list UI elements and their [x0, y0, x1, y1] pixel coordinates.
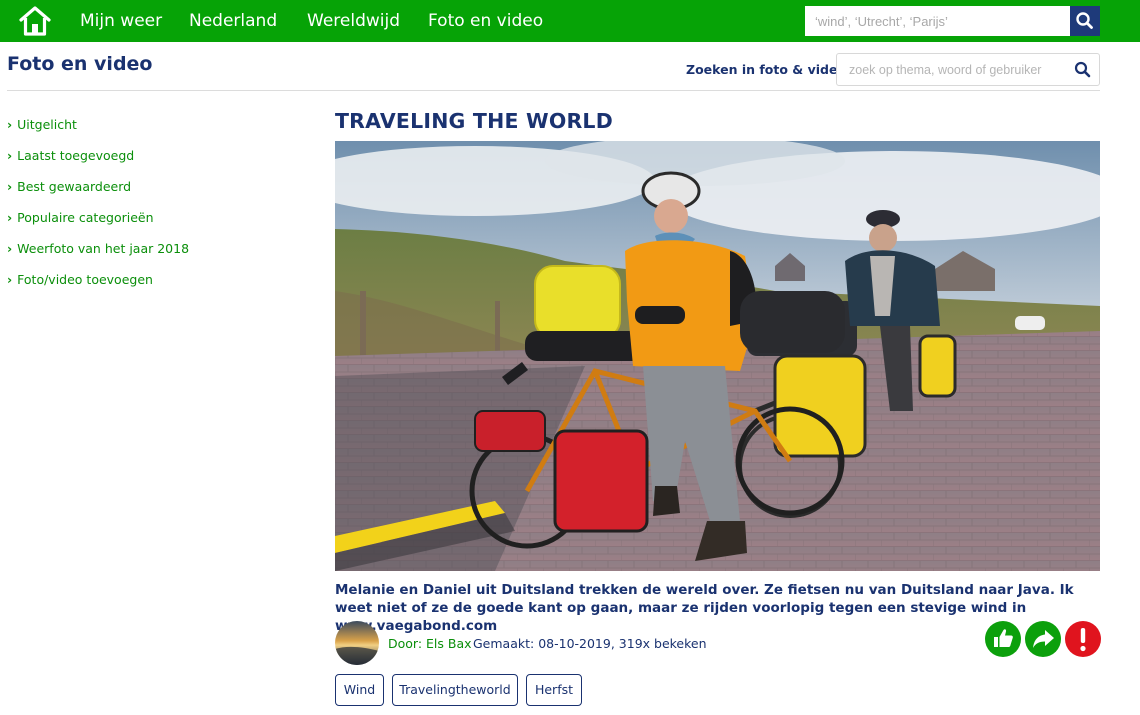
author-link[interactable]: Door: Els Bax [388, 636, 472, 651]
chevron-right-icon: › [7, 148, 13, 163]
sidebar-item-best-gewaardeerd[interactable]: › Best gewaardeerd [7, 179, 131, 194]
tag-herfst[interactable]: Herfst [526, 674, 582, 706]
nav-link-mijn-weer[interactable]: Mijn weer [80, 11, 162, 31]
home-icon [19, 6, 51, 36]
cyclists-photo [335, 141, 1100, 571]
site-search-button[interactable] [1070, 6, 1100, 36]
top-navigation-bar: Mijn weer Nederland Wereldwijd Foto en v… [0, 0, 1140, 42]
sidebar-item-label: Populaire categorieën [17, 210, 154, 225]
report-icon [1080, 628, 1086, 652]
chevron-right-icon: › [7, 117, 13, 132]
chevron-right-icon: › [7, 272, 13, 287]
header-divider [7, 90, 1100, 91]
photo-search-button[interactable] [1073, 60, 1093, 80]
share-icon [1033, 630, 1054, 648]
main-photo[interactable] [335, 141, 1100, 571]
photo-title: TRAVELING THE WORLD [335, 109, 613, 133]
site-search-input[interactable] [805, 6, 1070, 36]
chevron-right-icon: › [7, 210, 13, 225]
author-avatar[interactable] [335, 621, 379, 665]
sidebar-item-uitgelicht[interactable]: › Uitgelicht [7, 117, 77, 132]
section-title: Foto en video [7, 53, 153, 75]
sidebar-item-populaire-categorieen[interactable]: › Populaire categorieën [7, 210, 154, 225]
thumbs-up-icon [994, 629, 1013, 647]
nav-link-nederland[interactable]: Nederland [189, 11, 277, 31]
report-button[interactable] [1065, 621, 1101, 657]
photo-search-input[interactable] [836, 53, 1100, 86]
sidebar-item-label: Foto/video toevoegen [17, 272, 153, 287]
home-button[interactable] [18, 5, 52, 37]
sidebar-item-label: Uitgelicht [17, 117, 77, 132]
nav-link-wereldwijd[interactable]: Wereldwijd [307, 11, 400, 31]
tag-travelingtheworld[interactable]: Travelingtheworld [392, 674, 518, 706]
search-icon [1074, 61, 1091, 78]
sidebar-item-label: Best gewaardeerd [17, 179, 132, 194]
sidebar-item-label: Weerfoto van het jaar 2018 [17, 241, 190, 256]
photo-meta: Gemaakt: 08-10-2019, 319x bekeken [473, 636, 707, 651]
photo-search-label: Zoeken in foto & video: [686, 62, 852, 77]
sidebar-item-foto-video-toevoegen[interactable]: › Foto/video toevoegen [7, 272, 153, 287]
share-button[interactable] [1025, 621, 1061, 657]
nav-link-foto-en-video[interactable]: Foto en video [428, 11, 543, 31]
tag-wind[interactable]: Wind [335, 674, 384, 706]
chevron-right-icon: › [7, 179, 13, 194]
chevron-right-icon: › [7, 241, 13, 256]
sidebar-item-laatst-toegevoegd[interactable]: › Laatst toegevoegd [7, 148, 134, 163]
like-button[interactable] [985, 621, 1021, 657]
sidebar-item-label: Laatst toegevoegd [17, 148, 135, 163]
avatar-image [335, 621, 379, 665]
search-icon [1076, 12, 1093, 29]
sidebar-item-weerfoto-2018[interactable]: › Weerfoto van het jaar 2018 [7, 241, 189, 256]
